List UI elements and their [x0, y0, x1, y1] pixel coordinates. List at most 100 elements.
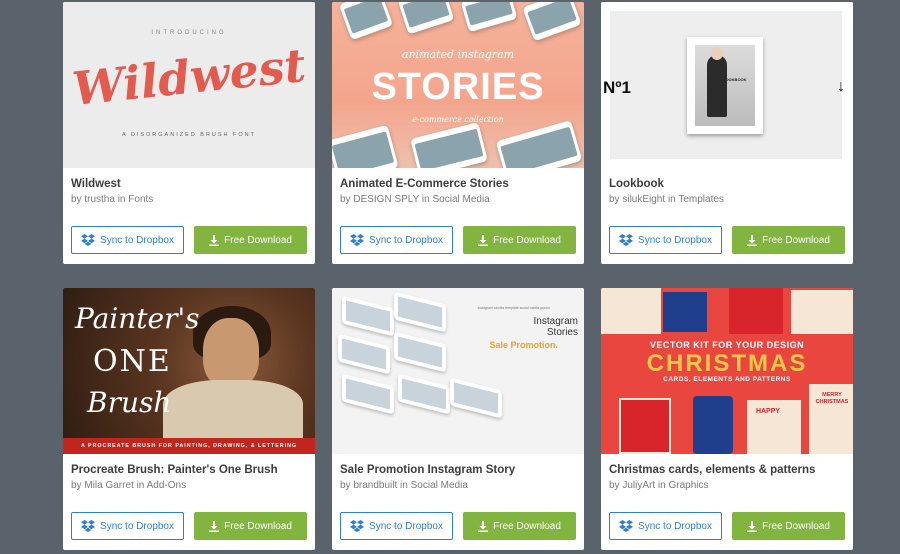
product-meta: by trustha in Fonts	[71, 194, 153, 205]
meta-in: in	[657, 480, 666, 491]
pattern-tile	[601, 288, 661, 334]
sync-label: Sync to Dropbox	[638, 234, 712, 246]
download-icon	[478, 234, 489, 246]
download-label: Free Download	[762, 520, 830, 532]
product-title[interactable]: Sale Promotion Instagram Story	[340, 464, 515, 476]
dropbox-icon	[619, 520, 634, 532]
thumb-heading: Instagram Stories	[494, 316, 578, 338]
dropbox-icon	[619, 234, 634, 246]
phone-mockup	[338, 333, 390, 375]
thumb-small-text: instagram stories template social media …	[477, 306, 550, 310]
sync-label: Sync to Dropbox	[369, 234, 443, 246]
thumb-text: A DISORGANIZED BRUSH FONT	[121, 132, 257, 138]
download-icon	[747, 234, 758, 246]
dropbox-icon	[81, 234, 96, 246]
product-card: LOOKBOOK Nº1 ↓ Lookbook by silukEight in…	[601, 2, 853, 264]
phone-mockup	[522, 2, 582, 42]
meta-by: by	[609, 480, 620, 491]
meta-by: by	[609, 194, 620, 205]
product-thumbnail[interactable]: Painter's ONE Brush A PROCREATE BRUSH FO…	[63, 288, 315, 454]
dropbox-icon	[350, 520, 365, 532]
sync-to-dropbox-button[interactable]: Sync to Dropbox	[71, 512, 184, 540]
free-download-button[interactable]: Free Download	[194, 512, 307, 540]
thumb-text: animated instagram	[401, 48, 515, 61]
phone-mockup	[397, 2, 455, 35]
meta-in: in	[400, 480, 408, 491]
sync-label: Sync to Dropbox	[638, 520, 712, 532]
product-thumbnail[interactable]: instagram stories template social media …	[332, 288, 584, 454]
free-download-button[interactable]: Free Download	[732, 512, 845, 540]
arrow-down-icon: ↓	[837, 78, 845, 95]
author-link[interactable]: silukEight	[622, 194, 665, 205]
product-title[interactable]: Wildwest	[71, 178, 121, 190]
meta-by: by	[340, 480, 351, 491]
category-link[interactable]: Fonts	[128, 194, 153, 205]
product-card: HAPPY MERRY CHRISTMAS VECTOR KIT FOR YOU…	[601, 288, 853, 550]
category-link[interactable]: Graphics	[669, 480, 709, 491]
product-meta: by silukEight in Templates	[609, 194, 724, 205]
product-thumbnail[interactable]: LOOKBOOK Nº1 ↓	[601, 2, 853, 168]
sign-label: MERRY CHRISTMAS	[813, 392, 851, 406]
pattern-tile	[663, 292, 707, 332]
phone-mockup	[338, 2, 394, 41]
thumb-headline: CHRISTMAS	[646, 350, 808, 377]
product-meta: by brandbuilt in Social Media	[340, 480, 468, 491]
product-meta: by DESIGN SPLY in Social Media	[340, 194, 490, 205]
product-thumbnail[interactable]: HAPPY MERRY CHRISTMAS VECTOR KIT FOR YOU…	[601, 288, 853, 454]
cover-caption: LOOKBOOK	[723, 77, 747, 82]
free-download-button[interactable]: Free Download	[194, 226, 307, 254]
download-label: Free Download	[493, 234, 561, 246]
category-link[interactable]: Social Media	[411, 480, 468, 491]
category-link[interactable]: Templates	[678, 194, 724, 205]
download-icon	[209, 520, 220, 532]
free-download-button[interactable]: Free Download	[463, 226, 576, 254]
product-meta: by JuliyArt in Graphics	[609, 480, 709, 491]
thumb-line: Stories	[546, 327, 578, 338]
sync-to-dropbox-button[interactable]: Sync to Dropbox	[340, 226, 453, 254]
sync-to-dropbox-button[interactable]: Sync to Dropbox	[340, 512, 453, 540]
free-download-button[interactable]: Free Download	[732, 226, 845, 254]
meta-in: in	[136, 480, 145, 491]
author-link[interactable]: Mila Garret	[84, 480, 133, 491]
category-link[interactable]: Add-Ons	[147, 480, 186, 491]
category-link[interactable]: Social Media	[432, 194, 489, 205]
product-thumbnail[interactable]: INTRODUCING Wildwest A DISORGANIZED BRUS…	[63, 2, 315, 168]
thumb-banner: A PROCREATE BRUSH FOR PAINTING, DRAWING,…	[63, 438, 315, 454]
dropbox-icon	[81, 520, 96, 532]
product-title[interactable]: Animated E-Commerce Stories	[340, 178, 509, 190]
product-meta: by Mila Garret in Add-Ons	[71, 480, 186, 491]
thumb-text: e-commerce collection	[412, 115, 504, 124]
product-title[interactable]: Lookbook	[609, 178, 664, 190]
dropbox-icon	[350, 234, 365, 246]
product-title[interactable]: Christmas cards, elements & patterns	[609, 464, 815, 476]
thumb-headline: STORIES	[371, 66, 545, 108]
product-title[interactable]: Procreate Brush: Painter's One Brush	[71, 464, 278, 476]
portrait-body	[163, 380, 303, 440]
thumb-script: ONE	[93, 344, 172, 379]
sync-to-dropbox-button[interactable]: Sync to Dropbox	[71, 226, 184, 254]
author-link[interactable]: trustha	[84, 194, 115, 205]
phone-mockup	[394, 291, 446, 333]
thumb-number: Nº1	[603, 78, 631, 97]
author-link[interactable]: brandbuilt	[353, 480, 397, 491]
free-download-button[interactable]: Free Download	[463, 512, 576, 540]
phone-mockup	[450, 377, 502, 419]
sync-to-dropbox-button[interactable]: Sync to Dropbox	[609, 226, 722, 254]
download-label: Free Download	[224, 520, 292, 532]
meta-by: by	[71, 480, 82, 491]
product-thumbnail[interactable]: animated instagram STORIES e-commerce co…	[332, 2, 584, 168]
phone-mockup	[495, 120, 583, 168]
download-label: Free Download	[493, 520, 561, 532]
meta-in: in	[117, 194, 126, 205]
phone-mockup	[460, 2, 518, 33]
product-card: instagram stories template social media …	[332, 288, 584, 550]
author-link[interactable]: DESIGN SPLY	[353, 194, 419, 205]
author-link[interactable]: JuliyArt	[622, 480, 655, 491]
thumb-line: Instagram	[533, 316, 578, 327]
sync-label: Sync to Dropbox	[100, 520, 174, 532]
pattern-tile	[729, 288, 783, 334]
phone-mockup	[394, 331, 446, 373]
happy-mug: HAPPY	[755, 408, 781, 415]
product-card: animated instagram STORIES e-commerce co…	[332, 2, 584, 264]
sync-to-dropbox-button[interactable]: Sync to Dropbox	[609, 512, 722, 540]
